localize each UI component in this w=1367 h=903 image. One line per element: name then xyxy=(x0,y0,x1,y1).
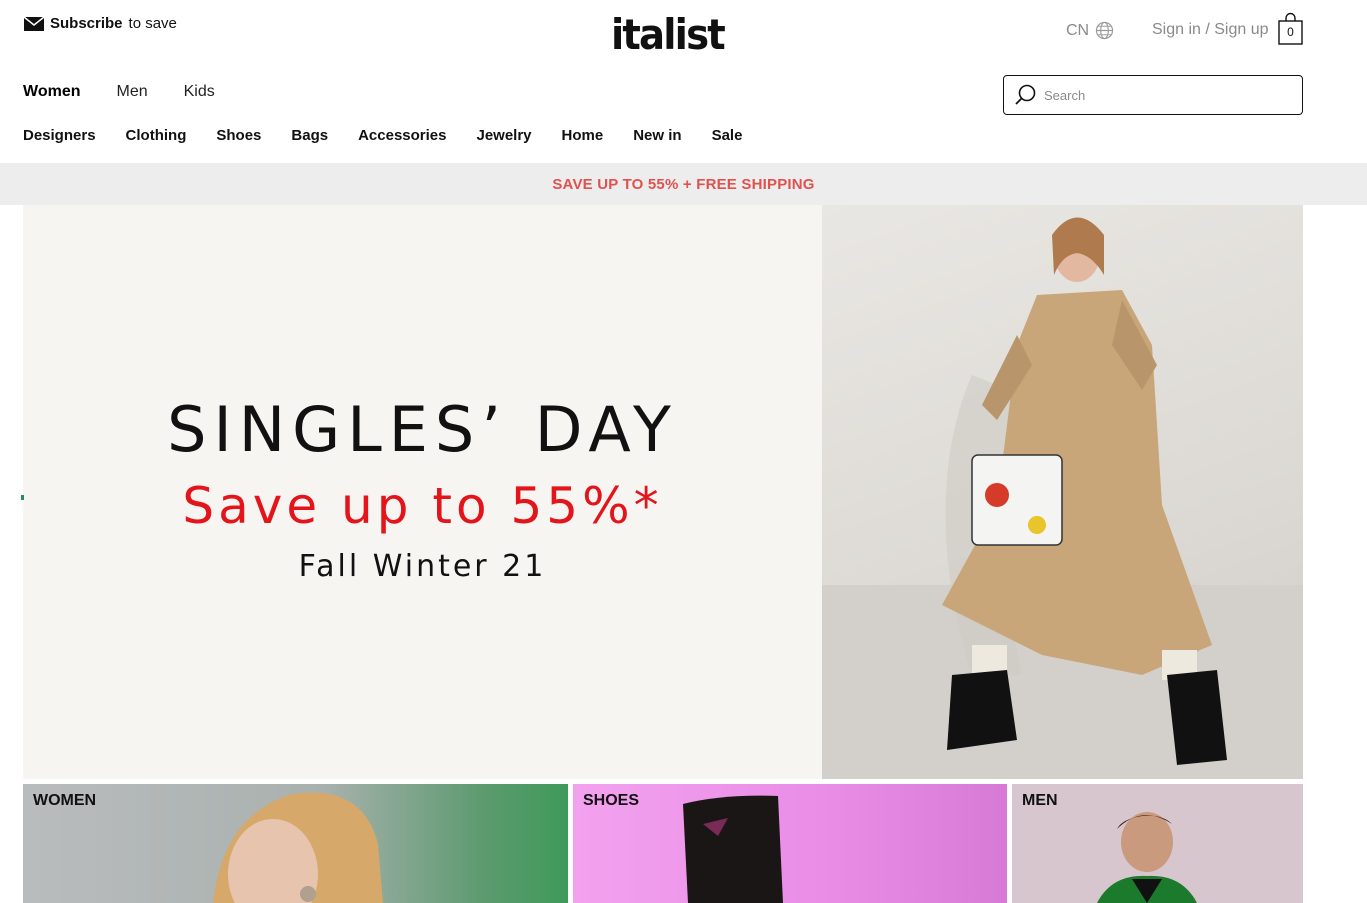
top-bar: Subscribe to save italist CN Sign in / S… xyxy=(0,0,1367,70)
gender-nav: Women Men Kids xyxy=(23,83,251,101)
search-box[interactable] xyxy=(1003,75,1303,115)
nav-item-designers[interactable]: Designers xyxy=(23,127,96,144)
nav-item-sale[interactable]: Sale xyxy=(712,127,743,144)
region-selector[interactable]: CN xyxy=(1066,21,1114,40)
category-tiles: WOMEN SHOES MEN xyxy=(23,784,1303,903)
gender-tab-men[interactable]: Men xyxy=(116,83,147,101)
region-label: CN xyxy=(1066,21,1090,39)
tile-men-label: MEN xyxy=(1022,792,1058,809)
tile-men[interactable]: MEN xyxy=(1012,784,1303,903)
nav-item-new-in[interactable]: New in xyxy=(633,127,681,144)
nav-item-shoes[interactable]: Shoes xyxy=(216,127,261,144)
tile-women-label: WOMEN xyxy=(33,792,97,809)
tile-women-image xyxy=(213,792,383,903)
hero-banner[interactable]: SINGLES’ DAY Save up to 55%* Fall Winter… xyxy=(21,205,1303,779)
gender-tab-kids[interactable]: Kids xyxy=(184,83,215,101)
subscribe-label: Subscribe xyxy=(50,15,123,32)
hero-season: Fall Winter 21 xyxy=(298,549,547,584)
category-nav: Designers Clothing Shoes Bags Accessorie… xyxy=(23,127,772,144)
nav-item-clothing[interactable]: Clothing xyxy=(126,127,187,144)
shopping-bag-button[interactable]: 0 xyxy=(1278,12,1303,45)
tile-women[interactable]: WOMEN xyxy=(23,784,568,903)
sign-in-link[interactable]: Sign in / Sign up xyxy=(1152,21,1269,39)
globe-icon xyxy=(1095,21,1114,40)
hero-title: SINGLES’ DAY xyxy=(167,393,678,466)
gender-tab-women[interactable]: Women xyxy=(23,83,80,101)
search-icon[interactable] xyxy=(1014,83,1038,107)
italist-logo[interactable]: italist xyxy=(611,10,726,60)
hero-model-image xyxy=(822,205,1303,779)
tile-shoes[interactable]: SHOES xyxy=(573,784,1007,903)
bag-count: 0 xyxy=(1287,25,1294,39)
promo-text: SAVE UP TO 55% + FREE SHIPPING xyxy=(552,175,815,193)
nav-item-bags[interactable]: Bags xyxy=(291,127,328,144)
nav-item-jewelry[interactable]: Jewelry xyxy=(476,127,531,144)
nav-item-home[interactable]: Home xyxy=(562,127,604,144)
model-photo xyxy=(822,217,1303,779)
nav-item-accessories[interactable]: Accessories xyxy=(358,127,446,144)
promo-banner[interactable]: SAVE UP TO 55% + FREE SHIPPING xyxy=(0,163,1367,205)
hero-subtitle: Save up to 55%* xyxy=(182,477,663,535)
search-input[interactable] xyxy=(1044,87,1284,103)
subscribe-sub-label: to save xyxy=(128,15,177,32)
hero-text-panel: SINGLES’ DAY Save up to 55%* Fall Winter… xyxy=(21,205,822,779)
subscribe-link[interactable]: Subscribe to save xyxy=(24,15,177,32)
tile-shoes-label: SHOES xyxy=(583,792,640,809)
mail-icon xyxy=(24,16,44,31)
